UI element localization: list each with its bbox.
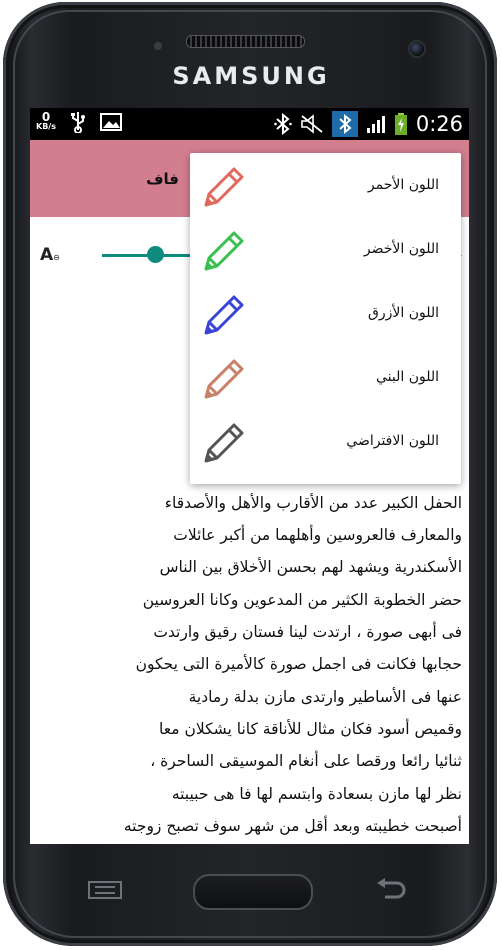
font-size-icon: A⊖ (40, 245, 60, 265)
article-line: الأسكندرية ويشهد لهم بحسن الأخلاق بين ال… (159, 558, 462, 577)
article-line: الحفل الكبير عدد من الأقارب والأهل والأص… (164, 493, 462, 512)
pencil-icon (204, 423, 244, 463)
speed-unit: KB/s (36, 122, 56, 131)
color-popup-menu: اللون الأحمر اللون الأخضر اللون الأزرق اللو… (190, 153, 461, 484)
proximity-sensor (154, 42, 162, 50)
menu-item-label: اللون الأحمر (367, 177, 439, 193)
menu-item-label: اللون الأخضر (363, 241, 439, 257)
menu-item-color[interactable]: اللون الأحمر (190, 155, 461, 219)
article-line: حضر الخطوبة الكثير من المدعوين وكانا الع… (142, 590, 462, 609)
screen: 0 KB/s 0:26 فاف A⊖ الحفل الكبير عدد من ا… (30, 108, 469, 844)
article-line: عنها فى الأساطير وارتدى مازن بدلة رمادية (188, 687, 462, 706)
font-size-minus: ⊖ (53, 253, 60, 262)
pencil-icon (204, 295, 244, 335)
front-camera (408, 40, 426, 58)
mute-icon (301, 114, 323, 134)
menu-item-label: اللون الافتراضي (346, 433, 439, 449)
menu-item-color[interactable]: اللون الأزرق (190, 283, 461, 347)
menu-key-icon[interactable] (87, 880, 123, 900)
article-line: فى أبهى صورة ، ارتدت لينا فستان رقيق وار… (153, 623, 462, 642)
menu-item-label: اللون البني (375, 369, 439, 385)
signal-icon (366, 116, 385, 133)
menu-item-color[interactable]: اللون البني (190, 347, 461, 411)
menu-item-color[interactable]: اللون الافتراضي (190, 411, 461, 475)
usb-icon (70, 112, 85, 133)
back-key-icon[interactable] (373, 878, 407, 902)
pencil-icon (204, 231, 244, 271)
speed-value: 0 (41, 110, 51, 124)
menu-item-color[interactable]: اللون الأخضر (190, 219, 461, 283)
article-line: وقميص أسود فكان مثال للأناقة كانا يشكلان… (159, 719, 462, 738)
image-icon (99, 113, 122, 131)
earpiece-speaker (186, 35, 305, 48)
status-bar: 0 KB/s 0:26 (30, 108, 469, 140)
toolbar-title: فاف (146, 170, 179, 188)
brand-logo: SAMSUNG (172, 62, 330, 90)
pencil-icon (204, 359, 244, 399)
font-size-slider-thumb[interactable] (147, 246, 164, 263)
font-size-letter: A (40, 245, 54, 265)
home-button[interactable] (193, 874, 313, 910)
article-line: أصبحت خطيبته وبعد أقل من شهر سوف تصبح زو… (123, 816, 462, 835)
status-clock: 0:26 (415, 112, 463, 136)
article-line: والمعارف فالعروسين وأهلهما من أكبر عائلا… (173, 526, 462, 545)
battery-charging-icon (394, 113, 407, 135)
article-line: ثنائيا رائعا ورقصا على أنغام الموسيقى ال… (150, 752, 462, 771)
bluetooth-active-icon (331, 111, 358, 137)
menu-item-label: اللون الأزرق (367, 305, 439, 321)
bluetooth-icon (274, 112, 292, 136)
article-line: حجابها فكانت فى اجمل صورة كالأميرة التى … (135, 655, 462, 674)
network-speed: 0 KB/s (36, 110, 56, 131)
pencil-icon (204, 167, 244, 207)
article-line: نظر لها مازن بسعادة وابتسم لها فا هى حبي… (171, 784, 462, 803)
